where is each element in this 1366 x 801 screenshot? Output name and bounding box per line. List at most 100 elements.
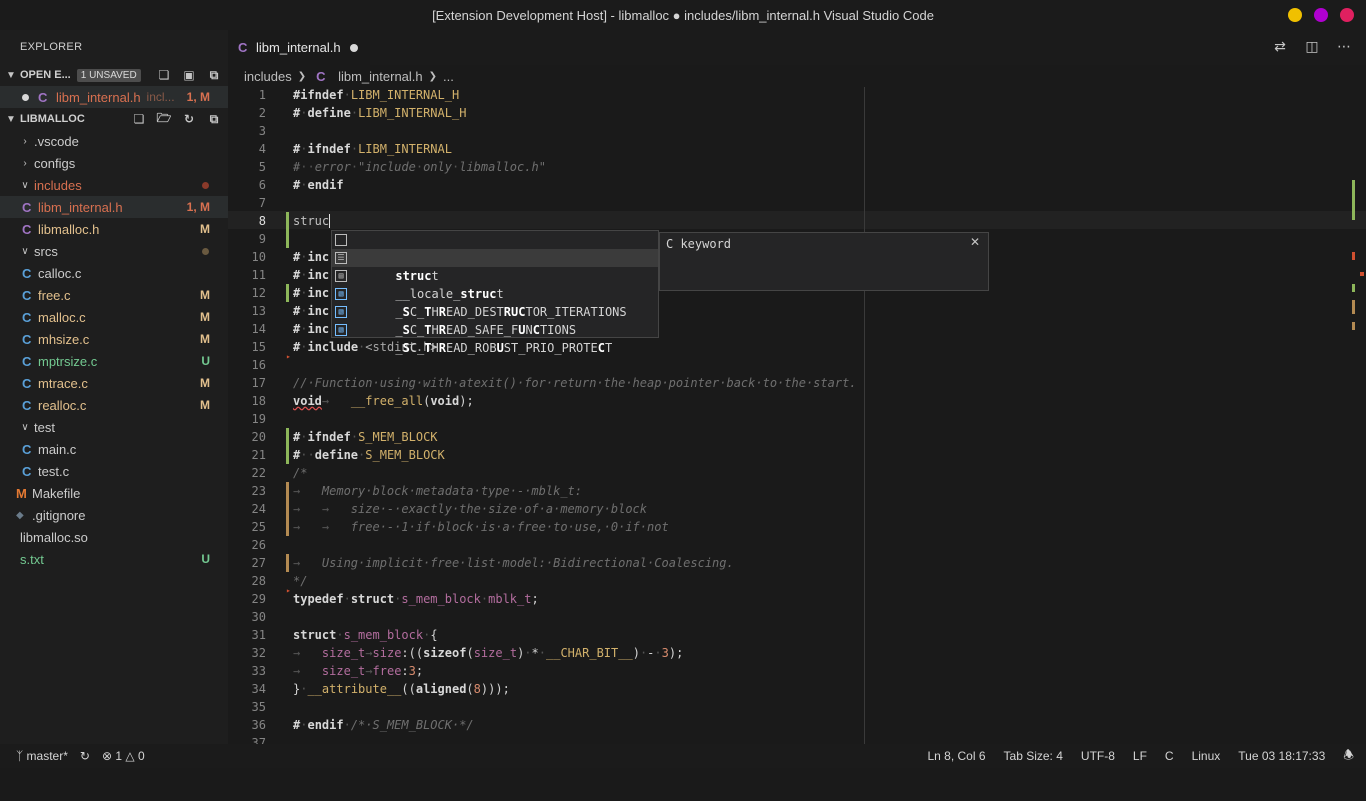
minimize-button[interactable] — [1288, 8, 1302, 22]
code-line: → → free·-·1·if·block·is·a·free·to·use,·… — [293, 520, 669, 534]
folder-item[interactable]: ∨ includes — [0, 174, 228, 196]
minimap[interactable] — [1352, 144, 1366, 801]
file-item[interactable]: Cfree.c M — [0, 284, 228, 306]
split-editor-icon[interactable]: ◫ — [1304, 38, 1320, 56]
code-line: #·endif — [293, 178, 344, 192]
file-item[interactable]: Clibm_internal.h 1, M — [0, 196, 228, 218]
suggestion-item[interactable]: ▤ __locale_struct — [332, 267, 658, 301]
file-label: test — [34, 419, 55, 435]
line-number: 8 — [258, 214, 266, 228]
gutter-modified — [286, 500, 289, 518]
code-line: /* — [293, 466, 308, 480]
new-file-icon[interactable]: ❏ — [131, 111, 147, 127]
file-item[interactable]: Cmalloc.c M — [0, 306, 228, 328]
suggestion-item[interactable]: ☰ struct — [332, 249, 658, 283]
refresh-icon[interactable]: ↻ — [181, 111, 197, 127]
line-number: 9 — [258, 232, 266, 246]
code-line: → size_t→free:3; — [293, 664, 424, 678]
code-line: #·inc — [293, 286, 330, 300]
sync-icon[interactable]: ↻ — [80, 749, 90, 763]
file-label: realloc.c — [38, 397, 87, 413]
code-editor[interactable]: 1 #ifndef·LIBM_INTERNAL_H 2 #·define·LIB… — [228, 87, 1366, 750]
language-mode[interactable]: C — [1165, 749, 1174, 763]
folder-item[interactable]: ∨ test — [0, 416, 228, 438]
notification-bell-icon[interactable]: 🕭 — [1343, 746, 1354, 767]
title-bar: [Extension Development Host] - libmalloc… — [0, 0, 1366, 30]
file-item[interactable]: libmalloc.so — [0, 526, 228, 548]
breadcrumb-folder[interactable]: includes — [244, 69, 292, 84]
open-editors-header[interactable]: ▼ OPEN E... 1 UNSAVED ❏ ▣ ⧉ — [0, 64, 228, 86]
code-line: → Using·implicit·free·list·model:·Bidire… — [293, 556, 734, 570]
c-file-icon: C — [238, 40, 248, 55]
breadcrumb-file[interactable]: libm_internal.h — [338, 69, 423, 84]
cursor-position[interactable]: Ln 8, Col 6 — [927, 749, 985, 763]
file-label: configs — [34, 155, 76, 171]
open-editor-name: libm_internal.h — [56, 89, 141, 105]
maximize-button[interactable] — [1314, 8, 1328, 22]
branch-indicator[interactable]: ᛉ master* — [16, 749, 68, 763]
gutter-modified — [286, 518, 289, 536]
open-changes-icon[interactable]: ⇄ — [1272, 38, 1288, 56]
open-editor-status: 1, M — [186, 90, 210, 104]
code-line: #·inc — [293, 250, 330, 264]
suggestion-item[interactable]: struct — [332, 231, 658, 265]
gutter-modified — [286, 554, 289, 572]
line-number: 24 — [251, 502, 266, 516]
line-number: 27 — [251, 556, 266, 570]
code-line: */ — [293, 574, 308, 588]
git-status-badge: U — [201, 354, 210, 368]
new-folder-icon[interactable]: 🗁 — [156, 111, 172, 127]
unsaved-dot-icon[interactable] — [350, 43, 358, 52]
save-all-icon[interactable]: ▣ — [181, 67, 197, 83]
close-all-icon[interactable]: ⧉ — [206, 67, 222, 83]
code-line: #··error·"include·only·libmalloc.h" — [293, 160, 546, 174]
code-line: void→ __free_all(void); — [293, 394, 474, 408]
line-number: 2 — [258, 106, 266, 120]
close-button[interactable] — [1340, 8, 1354, 22]
open-editor-item[interactable]: C libm_internal.h incl... 1, M — [0, 86, 228, 108]
libmalloc-header[interactable]: ▼ LIBMALLOC ❏ 🗁 ↻ ⧉ — [0, 108, 228, 130]
encoding[interactable]: UTF-8 — [1081, 749, 1115, 763]
folder-item[interactable]: › configs — [0, 152, 228, 174]
folder-status-dot — [202, 181, 209, 189]
line-number: 32 — [251, 646, 266, 660]
gutter-modified — [286, 482, 289, 500]
file-label: calloc.c — [38, 265, 82, 281]
file-item[interactable]: s.txt U — [0, 548, 228, 570]
tab-label: libm_internal.h — [256, 40, 341, 55]
snippet-icon: ☰ — [335, 252, 347, 264]
tab-libm-internal[interactable]: C libm_internal.h — [228, 30, 370, 65]
close-icon[interactable]: ✕ — [970, 235, 980, 249]
open-editor-path: incl... — [146, 90, 175, 104]
suggestion-item[interactable]: ▧ _SC_THREAD_SAFE_FUNCTIONS — [332, 303, 658, 337]
tab-size[interactable]: Tab Size: 4 — [1004, 749, 1063, 763]
line-number: 29 — [251, 592, 266, 606]
c-file-icon: C — [22, 265, 32, 281]
file-item[interactable]: M Makefile — [0, 482, 228, 504]
code-line: struct·s_mem_block·{ — [293, 628, 438, 642]
file-label: srcs — [34, 243, 58, 259]
folder-item[interactable]: › .vscode — [0, 130, 228, 152]
suggestion-item[interactable]: ▧ _SC_THREAD_DESTRUCTOR_ITERATIONS — [332, 285, 658, 319]
collapse-all-icon[interactable]: ⧉ — [206, 111, 222, 127]
file-item[interactable]: Cmhsize.c M — [0, 328, 228, 350]
file-item[interactable]: Crealloc.c M — [0, 394, 228, 416]
file-item[interactable]: Cmptrsize.c U — [0, 350, 228, 372]
gutter-added — [286, 284, 289, 302]
chevron-right-icon: ❯ — [428, 70, 438, 82]
c-file-icon: C — [22, 375, 32, 391]
file-item[interactable]: Cmain.c — [0, 438, 228, 460]
breadcrumb-more[interactable]: ... — [443, 69, 454, 84]
problems-indicator[interactable]: ⊗ 1 △ 0 — [102, 749, 145, 763]
file-item[interactable]: ◆ .gitignore — [0, 504, 228, 526]
c-file-icon: C — [22, 463, 32, 479]
file-item[interactable]: Cmtrace.c M — [0, 372, 228, 394]
new-untitled-file-icon[interactable]: ❏ — [156, 67, 172, 83]
file-item[interactable]: Ccalloc.c — [0, 262, 228, 284]
eol[interactable]: LF — [1133, 749, 1147, 763]
suggestion-item[interactable]: ▧ _SC_THREAD_ROBUST_PRIO_PROTECT — [332, 321, 658, 355]
file-item[interactable]: Ctest.c — [0, 460, 228, 482]
file-item[interactable]: Clibmalloc.h M — [0, 218, 228, 240]
more-actions-icon[interactable]: ⋯ — [1336, 38, 1352, 56]
folder-item[interactable]: ∨ srcs — [0, 240, 228, 262]
